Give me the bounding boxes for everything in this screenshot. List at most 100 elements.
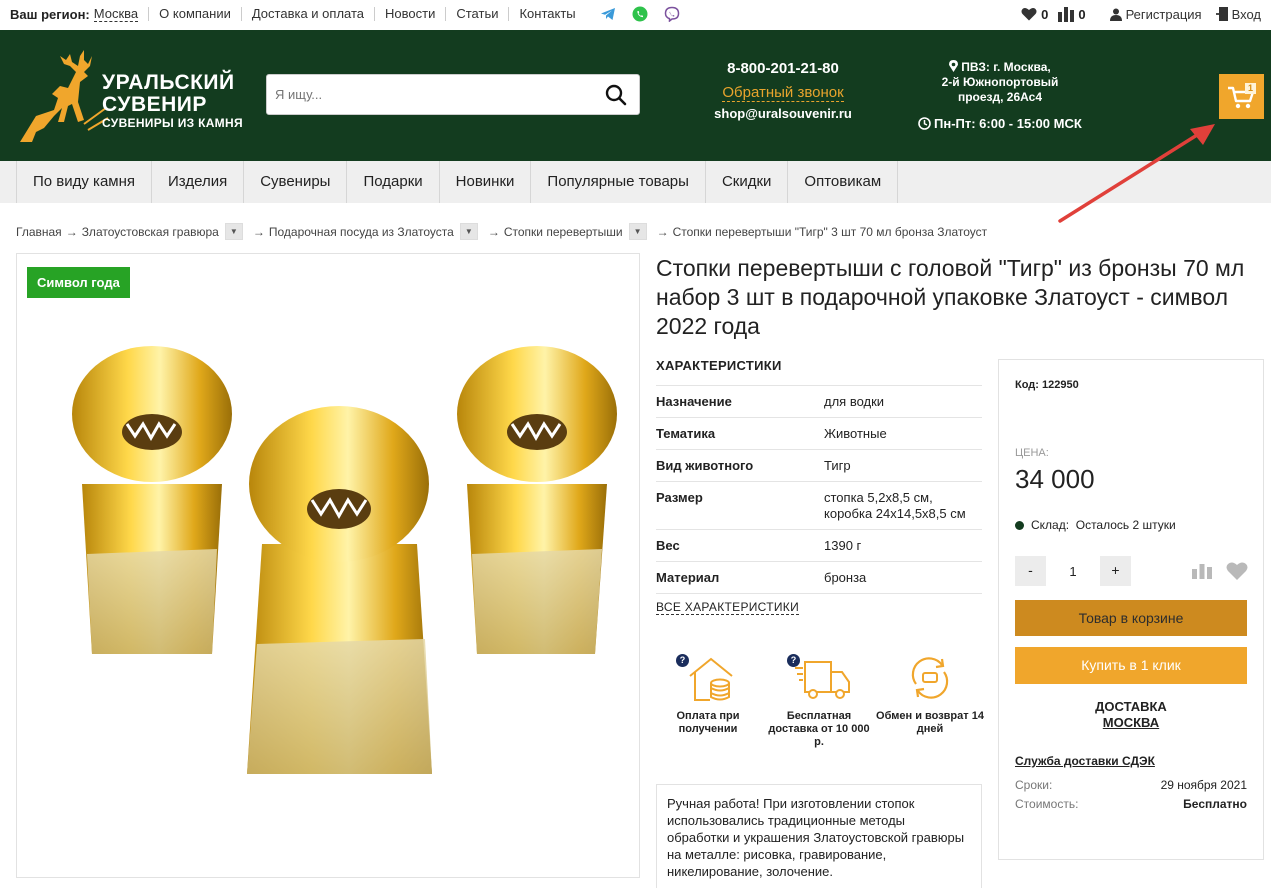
- delivery-city-link[interactable]: МОСКВА: [1015, 715, 1247, 731]
- breadcrumb-dropdown-2-icon[interactable]: ▼: [459, 223, 478, 240]
- main-nav: По виду камня Изделия Сувениры Подарки Н…: [0, 161, 1271, 203]
- cost-value: Бесплатно: [1183, 797, 1247, 811]
- stock-value: Осталось 2 штуки: [1075, 518, 1176, 532]
- char-key: Материал: [656, 570, 720, 585]
- qty-increase-button[interactable]: +: [1100, 556, 1131, 586]
- logo-text: УРАЛЬСКИЙ СУВЕНИР СУВЕНИРЫ ИЗ КАМНЯ: [102, 71, 243, 131]
- cup-left: [72, 346, 232, 654]
- link-delivery[interactable]: Доставка и оплата: [240, 7, 374, 21]
- char-value: стопка 5,2х8,5 см, коробка 24х14,5х8,5 с…: [824, 490, 966, 521]
- breadcrumb-separator: →: [656, 224, 669, 239]
- house-coins-icon: [689, 657, 733, 701]
- pvz-line-3: проезд, 26Ас4: [957, 90, 1043, 104]
- nav-item-gifts[interactable]: Подарки: [346, 161, 438, 203]
- stock-label: Склад:: [1031, 518, 1070, 532]
- favorites-icon[interactable]: [1021, 7, 1037, 21]
- exchange-icon: [911, 657, 949, 699]
- breadcrumb: Главная → Златоустовская гравюра ▼ → Под…: [16, 223, 987, 240]
- register-link[interactable]: Регистрация: [1126, 7, 1202, 22]
- login-icon: [1215, 7, 1228, 21]
- site-header: УРАЛЬСКИЙ СУВЕНИР СУВЕНИРЫ ИЗ КАМНЯ 8-80…: [0, 30, 1271, 161]
- compare-count: 0: [1078, 6, 1086, 22]
- char-key: Тематика: [656, 426, 716, 441]
- callback-link[interactable]: Обратный звонок: [722, 84, 844, 102]
- breadcrumb-separator: →: [487, 224, 500, 239]
- search-input[interactable]: [267, 75, 587, 113]
- breadcrumb-item-2[interactable]: Подарочная посуда из Златоуста: [269, 225, 454, 239]
- phone-number[interactable]: 8-800-201-21-80: [700, 60, 866, 77]
- product-description: Ручная работа! При изготовлении стопок и…: [656, 784, 982, 888]
- login-link[interactable]: Вход: [1232, 7, 1261, 22]
- work-hours: Пн-Пт: 6:00 - 15:00 МСК: [918, 116, 1082, 131]
- char-key: Размер: [656, 490, 703, 505]
- delivery-cost-row: Стоимость: Бесплатно: [1015, 797, 1247, 811]
- email-link[interactable]: shop@uralsouvenir.ru: [700, 106, 866, 121]
- logo-line-1: УРАЛЬСКИЙ: [102, 71, 235, 94]
- pvz-line-2: 2-й Южнопортовый: [941, 75, 1059, 89]
- product-photo: [72, 346, 617, 774]
- location-pin-icon: [949, 60, 959, 72]
- breadcrumb-home[interactable]: Главная: [16, 225, 62, 239]
- all-characteristics-link[interactable]: ВСЕ ХАРАКТЕРИСТИКИ: [656, 600, 800, 615]
- cup-center: [247, 406, 432, 774]
- product-gallery[interactable]: Символ года: [16, 253, 640, 878]
- char-key: Вид животного: [656, 458, 754, 473]
- char-key: Назначение: [656, 394, 732, 409]
- top-links: О компании Доставка и оплата Новости Ста…: [148, 7, 585, 21]
- link-news[interactable]: Новости: [374, 7, 445, 21]
- breadcrumb-item-1[interactable]: Златоустовская гравюра: [82, 225, 219, 239]
- cost-label: Стоимость:: [1015, 797, 1079, 811]
- product-price: 34 000: [1015, 464, 1095, 494]
- nav-item-products[interactable]: Изделия: [151, 161, 243, 203]
- symbol-year-badge: Символ года: [27, 267, 130, 298]
- delivery-title: ДОСТАВКА: [1095, 699, 1167, 714]
- in-cart-button[interactable]: Товар в корзине: [1015, 600, 1247, 636]
- region-selector[interactable]: Москва: [93, 6, 139, 22]
- nav-item-wholesale[interactable]: Оптовикам: [787, 161, 899, 203]
- feature-exchange-return: Обмен и возврат 14 дней: [875, 654, 985, 736]
- qty-value[interactable]: 1: [1046, 564, 1100, 579]
- breadcrumb-dropdown-1-icon[interactable]: ▼: [224, 223, 243, 240]
- viber-icon[interactable]: [664, 6, 680, 22]
- buy-one-click-button[interactable]: Купить в 1 клик: [1015, 647, 1247, 684]
- delivery-block: ДОСТАВКА МОСКВА: [1015, 699, 1247, 731]
- term-value: 29 ноября 2021: [1160, 778, 1247, 792]
- site-logo[interactable]: УРАЛЬСКИЙ СУВЕНИР СУВЕНИРЫ ИЗ КАМНЯ: [14, 46, 254, 146]
- search-icon[interactable]: [605, 84, 627, 106]
- cup-right: [457, 346, 617, 654]
- pvz-line-1: ПВЗ: г. Москва,: [961, 60, 1051, 74]
- nav-item-discounts[interactable]: Скидки: [704, 161, 787, 203]
- add-to-compare-icon[interactable]: [1192, 563, 1212, 579]
- product-title: Стопки перевертыши с головой "Тигр" из б…: [656, 255, 1245, 339]
- compare-icon[interactable]: [1058, 6, 1075, 22]
- breadcrumb-current: Стопки перевертыши "Тигр" 3 шт 70 мл бро…: [672, 224, 988, 239]
- nav-item-popular[interactable]: Популярные товары: [530, 161, 705, 203]
- favorites-count: 0: [1041, 6, 1049, 22]
- add-to-favorites-icon[interactable]: [1226, 561, 1248, 581]
- breadcrumb-dropdown-3-icon[interactable]: ▼: [628, 223, 647, 240]
- char-value: для водки: [824, 394, 885, 409]
- char-row: Размер стопка 5,2х8,5 см, коробка 24х14,5…: [656, 482, 982, 530]
- feature-label: Обмен и возврат 14 дней: [876, 710, 984, 735]
- telegram-icon[interactable]: [600, 6, 616, 22]
- price-label: ЦЕНА:: [1015, 447, 1049, 459]
- whatsapp-icon[interactable]: [632, 6, 648, 22]
- feature-label: Бесплатная доставка от 10 000 р.: [768, 710, 870, 748]
- link-about[interactable]: О компании: [148, 7, 241, 21]
- pickup-address: ПВЗ: г. Москва, 2-й Южнопортовый проезд,…: [900, 60, 1100, 105]
- cart-button[interactable]: 1: [1219, 74, 1264, 119]
- link-articles[interactable]: Статьи: [445, 7, 508, 21]
- nav-item-stone-type[interactable]: По виду камня: [16, 161, 151, 203]
- nav-item-new[interactable]: Новинки: [438, 161, 531, 203]
- qty-decrease-button[interactable]: -: [1015, 556, 1046, 586]
- feature-label: Оплата при получении: [676, 710, 740, 735]
- link-contacts[interactable]: Контакты: [508, 7, 585, 21]
- char-row: Материал бронза: [656, 562, 982, 594]
- stock-status: Склад: Осталось 2 штуки: [1015, 518, 1176, 532]
- breadcrumb-item-3[interactable]: Стопки перевертыши: [504, 225, 623, 239]
- delivery-service-link[interactable]: Служба доставки СДЭК: [1015, 754, 1155, 768]
- contacts-block: 8-800-201-21-80 Обратный звонок shop@ura…: [700, 60, 866, 121]
- quantity-stepper: - 1 +: [1015, 556, 1131, 586]
- feature-icon-wrap: [900, 654, 960, 704]
- nav-item-souvenirs[interactable]: Сувениры: [243, 161, 346, 203]
